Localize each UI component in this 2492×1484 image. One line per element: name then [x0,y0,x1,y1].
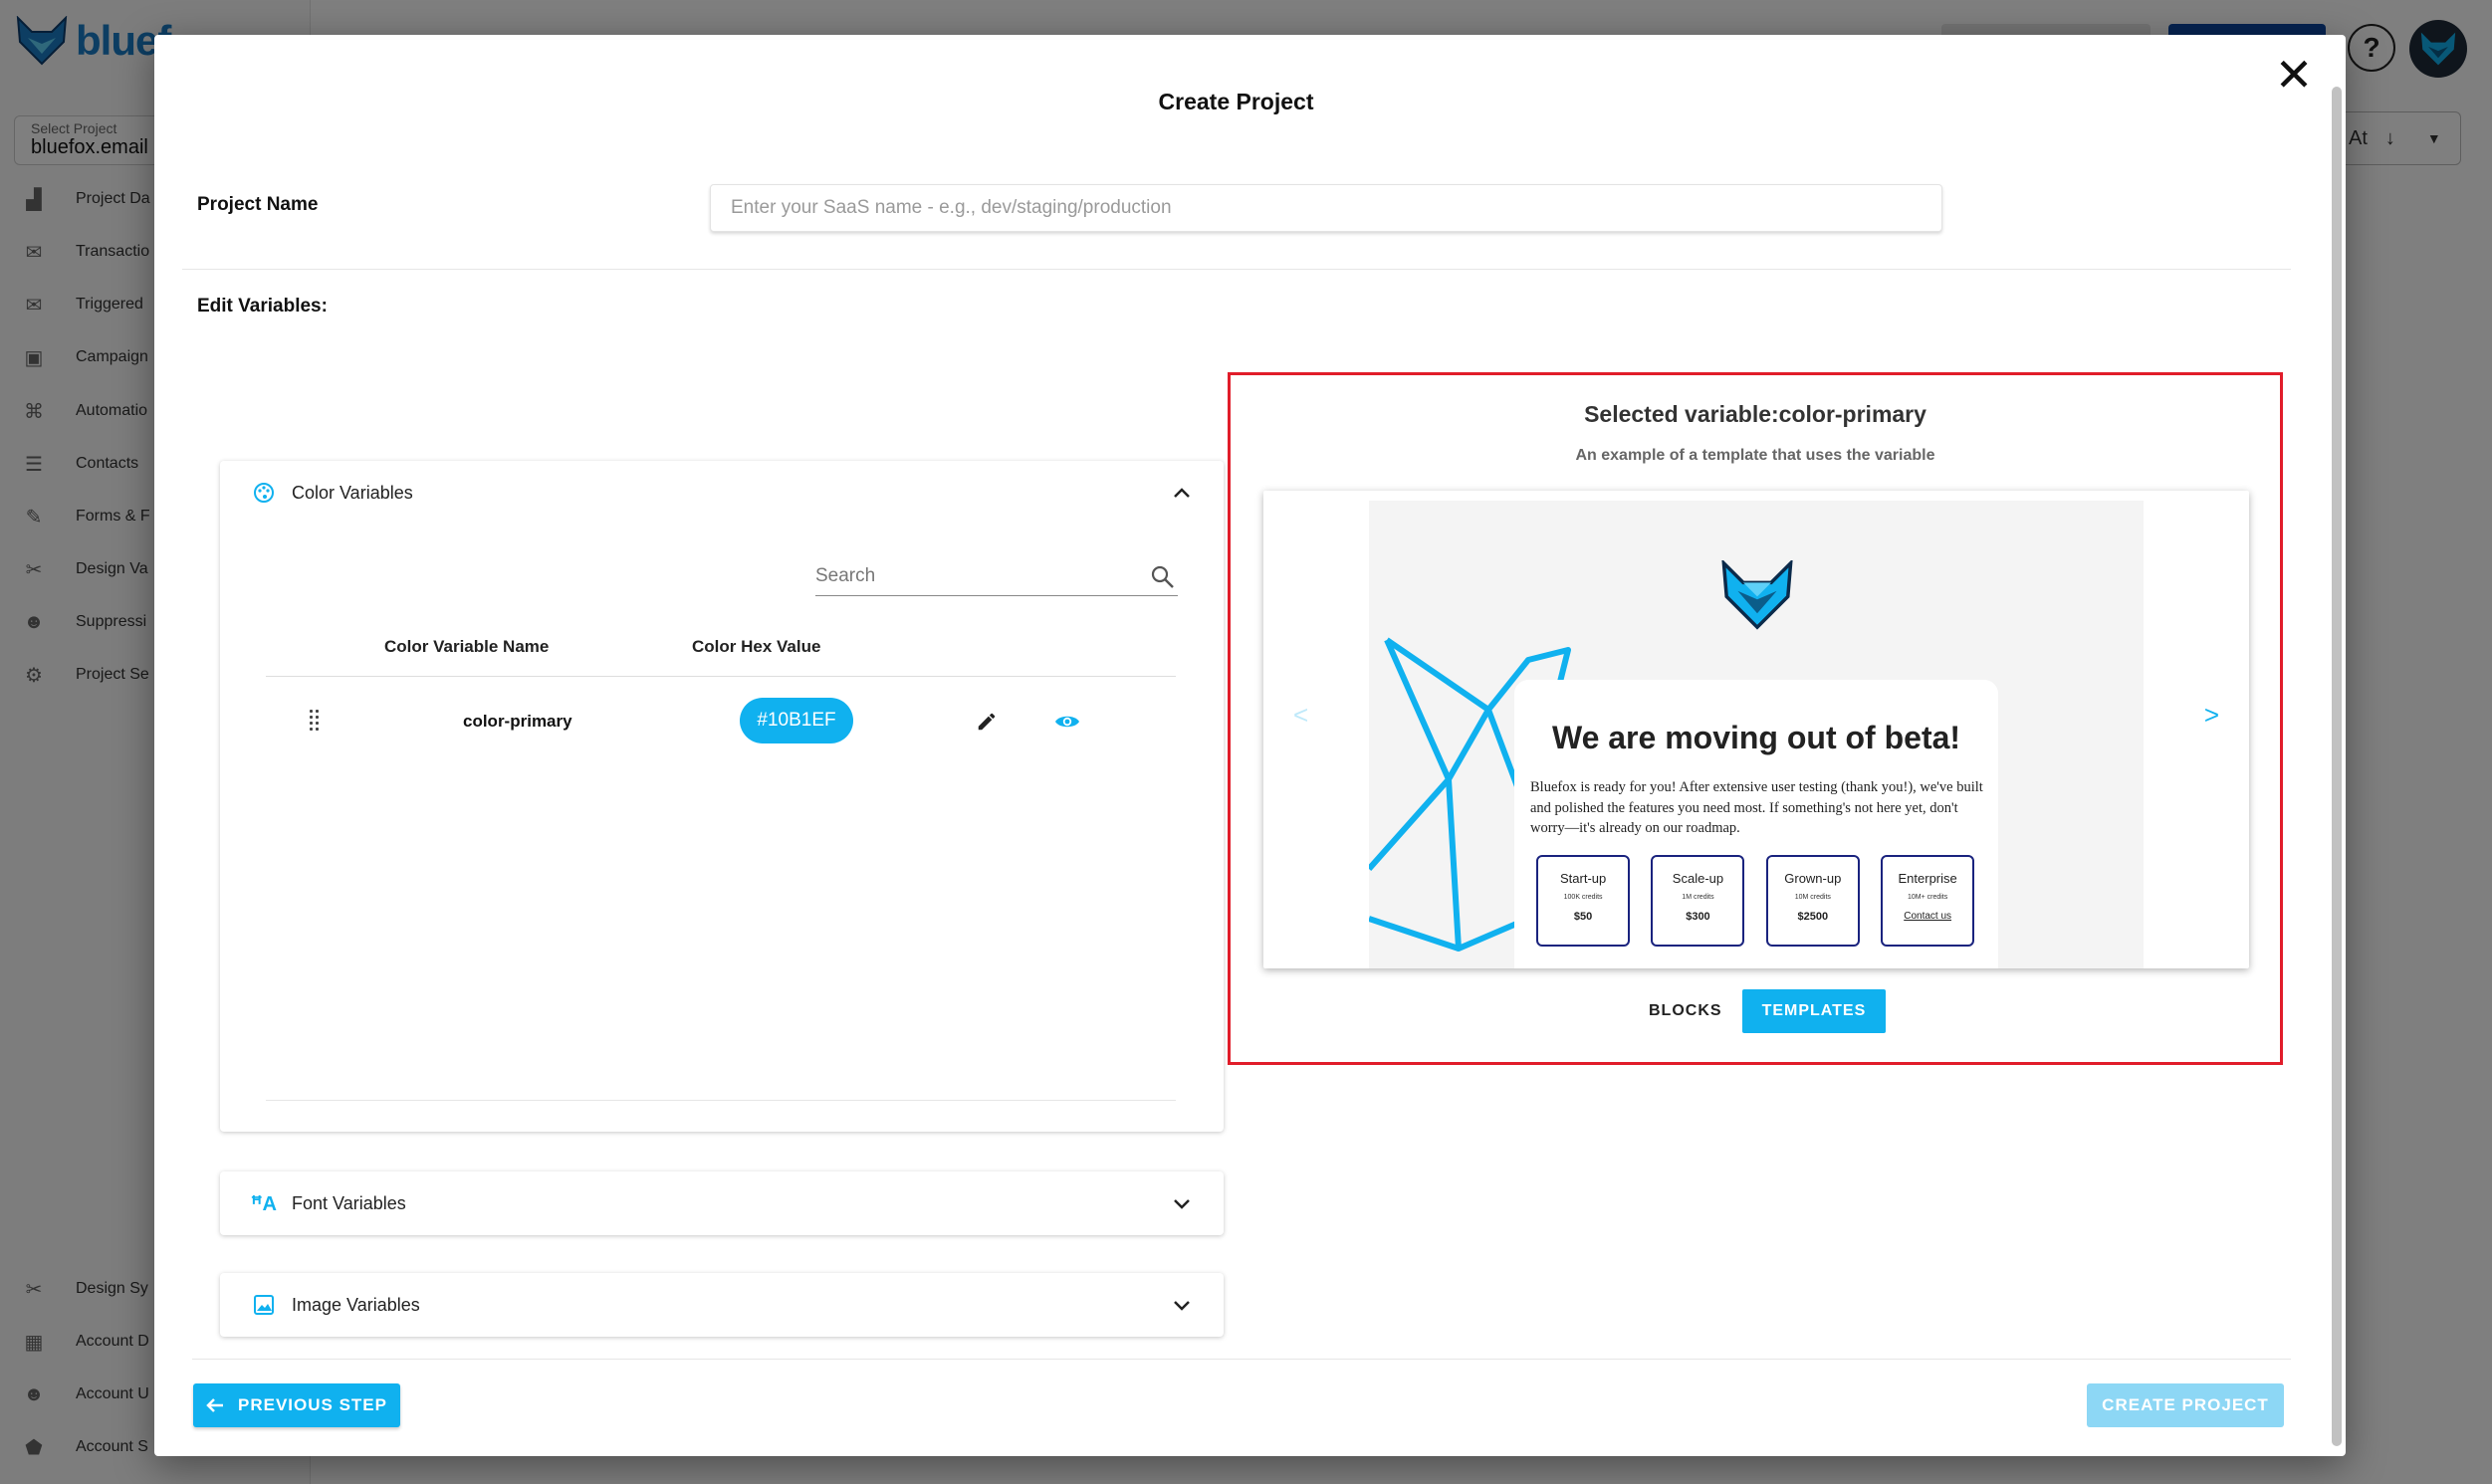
plan-name: Scale-up [1672,871,1724,886]
font-variables-label: Font Variables [292,1192,406,1213]
variable-name: color-primary [463,712,572,731]
divider [182,269,2291,270]
email-template-preview: We are moving out of beta! Bluefox is re… [1369,501,2144,968]
color-variables-panel: Color Variables Color Variable Name Colo… [220,461,1224,1132]
chevron-down-icon [1170,1191,1194,1215]
carousel-prev-button[interactable]: < [1293,700,1308,731]
plan-credits: 10M credits [1794,894,1831,901]
plan-credits: 100K credits [1563,894,1603,901]
project-name-input[interactable] [710,184,1942,232]
email-body: Bluefox is ready for you! After extensiv… [1530,779,1983,837]
eye-icon [1055,716,1079,728]
chevron-up-icon [1170,481,1194,505]
preview-subtitle: An example of a template that uses the v… [1575,447,1935,464]
font-icon: ꟸA [251,1192,277,1215]
edit-variables-label: Edit Variables: [197,296,328,317]
plan-card: Start-up 100K credits $50 [1536,855,1631,947]
plan-name: Enterprise [1898,871,1957,886]
chevron-down-icon [1170,1293,1194,1317]
drag-handle-icon[interactable] [310,710,320,732]
search-icon[interactable] [1150,564,1176,590]
plan-credits: 1M credits [1682,894,1714,901]
previous-step-label: PREVIOUS STEP [238,1395,387,1414]
search-input[interactable] [815,558,1134,594]
palette-icon [250,479,278,507]
variable-preview-panel: Selected variable:color-primary An examp… [1228,372,2283,1065]
image-variables-panel: Image Variables [220,1273,1224,1337]
dialog-title: Create Project [1158,89,1314,114]
template-carousel: < We are moving out of beta! Bluefox is … [1263,491,2249,968]
color-variables-header[interactable]: Color Variables [220,461,1224,525]
create-project-button[interactable]: CREATE PROJECT [2087,1383,2284,1427]
plan-price: $300 [1686,911,1710,923]
plan-card: Enterprise 10M+ credits Contact us [1881,855,1975,947]
plan-card: Scale-up 1M credits $300 [1651,855,1745,947]
email-card: We are moving out of beta! Bluefox is re… [1514,680,1998,968]
carousel-next-button[interactable]: > [2204,700,2219,731]
plan-name: Grown-up [1784,871,1842,886]
font-variables-header[interactable]: ꟸA Font Variables [220,1171,1224,1235]
column-header-hex: Color Hex Value [692,637,821,656]
fox-logo-icon [1721,560,1793,630]
tab-templates[interactable]: TEMPLATES [1741,989,1887,1033]
search-field[interactable] [815,558,1178,596]
previous-step-button[interactable]: PREVIOUS STEP [193,1383,400,1427]
email-heading: We are moving out of beta! [1551,720,1961,755]
pencil-icon [978,713,996,731]
tab-blocks[interactable]: BLOCKS [1629,989,1742,1033]
column-header-name: Color Variable Name [384,637,550,656]
preview-button[interactable] [1052,708,1082,736]
plan-price[interactable]: Contact us [1883,911,1972,922]
arrow-left-icon [206,1398,223,1412]
preview-title: Selected variable:color-primary [1584,401,1926,427]
plan-price: $50 [1573,911,1593,923]
plan-price: $2500 [1797,911,1829,923]
footer-divider [192,1359,2291,1360]
image-icon [250,1291,278,1319]
font-variables-panel: ꟸA Font Variables [220,1171,1224,1235]
image-variables-label: Image Variables [292,1294,420,1315]
color-variables-label: Color Variables [292,482,413,503]
plan-name: Start-up [1559,871,1607,886]
table-bottom-divider [266,1100,1176,1101]
hex-value-chip[interactable]: #10B1EF [740,698,853,743]
create-project-dialog: ✕ Create Project Project Name Edit Varia… [154,35,2346,1456]
preview-tabs: BLOCKS TEMPLATES [1629,989,1887,1033]
image-variables-header[interactable]: Image Variables [220,1273,1224,1337]
plan-credits: 10M+ credits [1907,894,1948,901]
project-name-label: Project Name [197,194,319,215]
modal-scrollbar[interactable] [2332,87,2342,1446]
plan-card: Grown-up 10M credits $2500 [1765,855,1860,947]
table-header-divider [266,676,1176,677]
edit-button[interactable] [973,708,1001,736]
